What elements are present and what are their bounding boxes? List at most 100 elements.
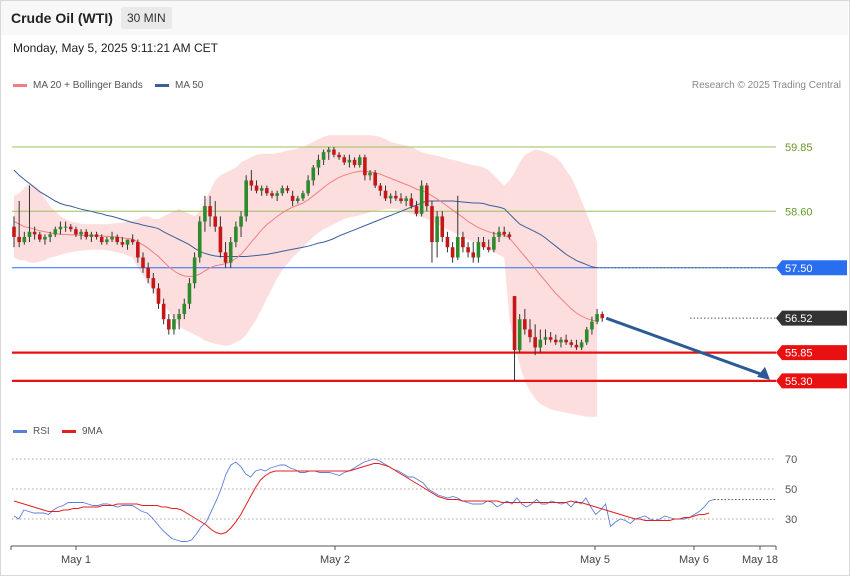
candle	[435, 211, 439, 258]
candle-body	[38, 234, 42, 240]
price-tag-label: 59.85	[785, 142, 813, 154]
candle-body	[584, 329, 589, 343]
candle-body	[600, 314, 605, 319]
candle-body	[182, 303, 187, 315]
candle-body	[357, 157, 362, 165]
x-tick-label: May 1	[61, 554, 91, 566]
candle-body	[254, 185, 259, 191]
candle-body	[337, 154, 341, 158]
forecast-arrow-shaft	[605, 316, 764, 377]
rsi-tick-label: 30	[785, 514, 797, 526]
candle-body	[435, 216, 439, 243]
candle-body	[74, 229, 78, 235]
candle	[167, 314, 171, 335]
candle-body	[507, 234, 512, 237]
candle-body	[32, 231, 37, 235]
candle-body	[569, 342, 574, 345]
candle-body	[285, 188, 290, 191]
rsi-line	[13, 458, 715, 542]
candle-body	[450, 247, 455, 258]
candle-body	[223, 252, 228, 263]
candle-body	[270, 193, 274, 196]
rsi-9ma-line	[13, 463, 710, 535]
candle-body	[296, 198, 300, 201]
candle-body	[161, 303, 166, 320]
candle-body	[528, 329, 532, 338]
candle-body	[290, 195, 295, 201]
candle-body	[430, 206, 434, 243]
candle-body	[574, 344, 579, 348]
candle	[600, 311, 605, 322]
candle-body	[115, 236, 119, 243]
candle-body	[94, 234, 99, 237]
candle-body	[27, 231, 32, 237]
candle-body	[228, 242, 233, 263]
candle	[192, 252, 197, 289]
candle	[419, 180, 424, 217]
candle-body	[89, 234, 94, 237]
candle-body	[523, 319, 527, 330]
bollinger-band	[14, 135, 510, 346]
candle-body	[564, 339, 568, 343]
candle-body	[84, 231, 89, 237]
candle-body	[502, 231, 506, 235]
candle	[197, 216, 202, 263]
candle-body	[208, 206, 212, 217]
candle-body	[419, 185, 424, 214]
candle-body	[17, 236, 21, 243]
candle	[445, 231, 450, 253]
candle-body	[280, 188, 285, 194]
candle-body	[455, 236, 460, 258]
x-tick-label: May 18	[742, 554, 778, 566]
candle-body	[476, 242, 481, 258]
candle-body	[347, 159, 352, 163]
candle	[450, 242, 455, 263]
candle-body	[197, 221, 202, 258]
candle-body	[244, 180, 248, 217]
candle-body	[378, 185, 383, 191]
candle-body	[218, 226, 223, 253]
x-tick-label: May 6	[679, 554, 709, 566]
candle-body	[68, 226, 73, 230]
candle-body	[130, 239, 135, 243]
price-chart: 59.85 58.60 57.50 56.52 55.85 55.30 70 50 30 May …	[10, 135, 847, 566]
candle-body	[595, 314, 599, 322]
price-tag-label: 55.85	[785, 348, 813, 360]
candle	[512, 296, 517, 381]
candle-body	[53, 229, 58, 235]
candle-body	[301, 193, 305, 199]
candle-body	[146, 267, 150, 279]
candle-body	[404, 198, 408, 201]
candle	[584, 326, 589, 345]
x-tick-label: May 5	[580, 554, 610, 566]
candle-body	[388, 195, 393, 199]
candle	[373, 170, 377, 189]
candle-body	[554, 339, 558, 343]
candle-body	[141, 257, 145, 268]
candle-body	[440, 216, 445, 237]
candle-body	[167, 319, 171, 330]
candle-body	[151, 278, 156, 289]
bollinger-band	[509, 149, 598, 417]
candle-body	[58, 226, 63, 230]
candle-body	[22, 236, 27, 243]
candle-body	[579, 342, 584, 348]
candle-body	[213, 216, 218, 227]
candle-body	[461, 236, 465, 248]
candle-body	[105, 239, 109, 243]
price-tag-label: 56.52	[785, 313, 813, 325]
candle-body	[471, 252, 476, 258]
candle-body	[466, 247, 470, 253]
candle-body	[311, 167, 316, 181]
candle-body	[352, 159, 357, 165]
candle-body	[445, 236, 450, 248]
candle-body	[486, 247, 491, 250]
candle-body	[497, 231, 501, 237]
candle-body	[332, 149, 336, 155]
candle	[471, 242, 476, 263]
candle-body	[99, 236, 104, 243]
candle-body	[538, 339, 543, 348]
candle-body	[409, 198, 414, 207]
candle-body	[481, 242, 486, 248]
candle-body	[373, 172, 377, 186]
